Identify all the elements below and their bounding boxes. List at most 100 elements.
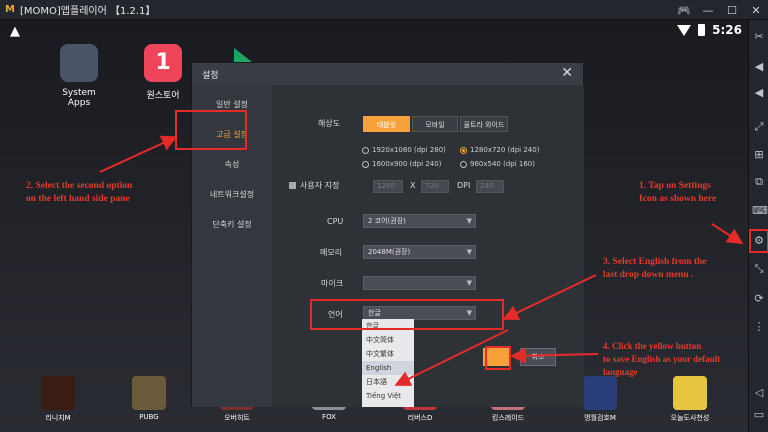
memory-value: 2048M(권장) bbox=[368, 248, 411, 256]
memory-select[interactable]: 2048M(권장) ▼ bbox=[363, 245, 476, 259]
rotate-icon[interactable]: ⟳ bbox=[752, 292, 766, 306]
language-option[interactable]: 中文简体 bbox=[362, 333, 414, 347]
settings-icon[interactable]: ⚙ bbox=[749, 229, 768, 253]
cpu-value: 2 코어(권장) bbox=[368, 217, 406, 225]
radio-selected-icon bbox=[460, 146, 467, 154]
pubg-icon bbox=[132, 376, 166, 410]
myeongwol-icon bbox=[583, 376, 617, 410]
chevron-down-icon: ▼ bbox=[466, 217, 472, 225]
tab-general[interactable]: 일반 설정 bbox=[192, 99, 272, 110]
dock-app-label: 리버스D bbox=[407, 414, 433, 422]
screenshot-icon[interactable]: ⧉ bbox=[752, 175, 766, 189]
close-icon[interactable]: ✕ bbox=[744, 4, 768, 17]
resolution-option-960[interactable]: 960x540 (dpi 160) bbox=[460, 160, 535, 168]
resolution-option-label: 960x540 (dpi 160) bbox=[470, 160, 535, 168]
mic-select[interactable]: ▼ bbox=[363, 276, 476, 290]
dock-app-pubg[interactable]: PUBG bbox=[121, 376, 177, 421]
android-statusbar: ▲ 5:26 bbox=[0, 20, 748, 44]
warning-icon: ▲ bbox=[10, 24, 20, 39]
dock-app-label: 오버히트 bbox=[224, 414, 250, 422]
mode-ultrawide-button[interactable]: 울트라 와이드 bbox=[460, 116, 508, 132]
memory-label: 메모리 bbox=[320, 248, 343, 257]
custom-dpi-label: DPI bbox=[457, 181, 471, 190]
resolution-option-label: 1920x1080 (dpi 280) bbox=[372, 146, 446, 154]
highlight-save-button bbox=[485, 346, 511, 370]
annotation-step1: 1. Tap on Settings Icon as shown here bbox=[639, 181, 717, 204]
custom-label: 사용자 지정 bbox=[300, 181, 340, 190]
dock-app-label: 명월검호M bbox=[584, 414, 616, 422]
onestore-icon: 1 bbox=[144, 44, 182, 82]
language-option[interactable]: Tiếng Việt bbox=[362, 389, 414, 403]
chevron-down-icon: ▼ bbox=[466, 279, 472, 287]
annotation-step3: 3. Select English from the last drop dow… bbox=[603, 257, 707, 280]
highlight-advanced-tab bbox=[175, 110, 247, 150]
lineage-m-icon bbox=[41, 376, 75, 410]
mode-tablet-button[interactable]: 태블릿 bbox=[363, 116, 410, 132]
app-logo-icon: M bbox=[5, 4, 15, 15]
volume-down-icon[interactable]: ◀ bbox=[752, 86, 766, 100]
desktop-app-label: System Apps bbox=[62, 88, 96, 108]
language-dropdown: 한글 中文简体 中文繁体 English 日本語 Tiếng Việt bbox=[362, 319, 414, 407]
resolution-option-label: 1280x720 (dpi 240) bbox=[470, 146, 540, 154]
resolution-option-1600[interactable]: 1600x900 (dpi 240) bbox=[362, 160, 441, 168]
mode-mobile-button[interactable]: 모바일 bbox=[412, 116, 458, 132]
language-option-english[interactable]: English bbox=[362, 361, 414, 375]
clock-time: 5:26 bbox=[712, 23, 742, 37]
dock-app-label: 리니지M bbox=[45, 414, 71, 422]
dialog-title: 설정 bbox=[202, 71, 219, 81]
desktop-app-system-apps[interactable]: System Apps bbox=[50, 44, 108, 108]
custom-dpi-field[interactable]: 240 bbox=[476, 180, 504, 193]
radio-icon bbox=[362, 160, 369, 168]
resolution-option-1280[interactable]: 1280x720 (dpi 240) bbox=[460, 146, 539, 154]
radio-icon bbox=[460, 160, 467, 168]
desktop-app-onestore[interactable]: 1 원스토어 bbox=[136, 44, 190, 101]
minimize-icon[interactable]: — bbox=[696, 4, 720, 17]
fullscreen-icon[interactable]: ⤢ bbox=[752, 120, 766, 134]
custom-checkbox[interactable] bbox=[289, 182, 296, 189]
resolution-option-1920[interactable]: 1920x1080 (dpi 280) bbox=[362, 146, 446, 154]
dock-app-label: 오늘도사천성 bbox=[670, 414, 710, 422]
dialog-close-icon[interactable]: ✕ bbox=[561, 65, 573, 81]
dock-app-label: 킹스레이드 bbox=[491, 414, 525, 422]
window-titlebar: M [MOMO]앱플레이어 【1.2.1】 🎮 — ☐ ✕ bbox=[0, 0, 768, 20]
window-title: [MOMO]앱플레이어 【1.2.1】 bbox=[20, 6, 156, 17]
dock-app-label: PUBG bbox=[139, 413, 159, 421]
cpu-select[interactable]: 2 코어(권장) ▼ bbox=[363, 214, 476, 228]
home-icon[interactable]: ▭ bbox=[752, 408, 766, 422]
more-icon[interactable]: ⋮ bbox=[752, 320, 766, 334]
restore-icon[interactable]: ☐ bbox=[720, 4, 744, 17]
resolution-option-label: 1600x900 (dpi 240) bbox=[372, 160, 442, 168]
sacheonseong-icon bbox=[673, 376, 707, 410]
add-apk-icon[interactable]: ⊞ bbox=[752, 148, 766, 162]
chevron-down-icon: ▼ bbox=[466, 248, 472, 256]
volume-up-icon[interactable]: ◀ bbox=[752, 60, 766, 74]
desktop-app-label: 원스토어 bbox=[146, 91, 180, 101]
tab-network[interactable]: 네트워크설정 bbox=[192, 189, 272, 200]
back-icon[interactable]: ◁ bbox=[752, 386, 766, 400]
custom-height-field[interactable]: 720 bbox=[421, 180, 449, 193]
dialog-header: 설정 ✕ bbox=[192, 63, 583, 85]
wifi-icon bbox=[677, 24, 692, 36]
gamepad-icon[interactable]: 🎮 bbox=[672, 4, 696, 17]
keyboard-icon[interactable]: ⌨ bbox=[752, 204, 768, 218]
dock-app-lineage-m[interactable]: 리니지M bbox=[30, 376, 86, 423]
cpu-label: CPU bbox=[327, 217, 344, 226]
tab-shortcuts[interactable]: 단축키 설정 bbox=[192, 219, 272, 230]
annotation-step4: 4. Click the yellow button to save Engli… bbox=[603, 341, 721, 377]
battery-icon bbox=[698, 24, 706, 36]
radio-icon bbox=[362, 146, 369, 154]
expand-icon[interactable]: ⤡ bbox=[752, 262, 766, 276]
window-controls: 🎮 — ☐ ✕ bbox=[672, 0, 768, 20]
tab-properties[interactable]: 속성 bbox=[192, 159, 272, 170]
system-apps-icon bbox=[60, 44, 98, 82]
emulator-sidebar: ✂ ◀ ◀ ⤢ ⊞ ⧉ ⌨ ⚙ ⤡ ⟳ ⋮ ◁ ▭ bbox=[748, 20, 768, 432]
dock-app-sacheonseong[interactable]: 오늘도사천성 bbox=[662, 376, 718, 423]
language-option[interactable]: 日本語 bbox=[362, 375, 414, 389]
highlight-language-row bbox=[310, 299, 504, 330]
dock-app-label: FOX bbox=[322, 413, 336, 421]
resolution-label: 해상도 bbox=[318, 119, 341, 128]
custom-width-field[interactable]: 1280 bbox=[373, 180, 403, 193]
cancel-button[interactable]: 취소 bbox=[520, 348, 556, 366]
scissors-icon[interactable]: ✂ bbox=[752, 30, 766, 44]
language-option[interactable]: 中文繁体 bbox=[362, 347, 414, 361]
